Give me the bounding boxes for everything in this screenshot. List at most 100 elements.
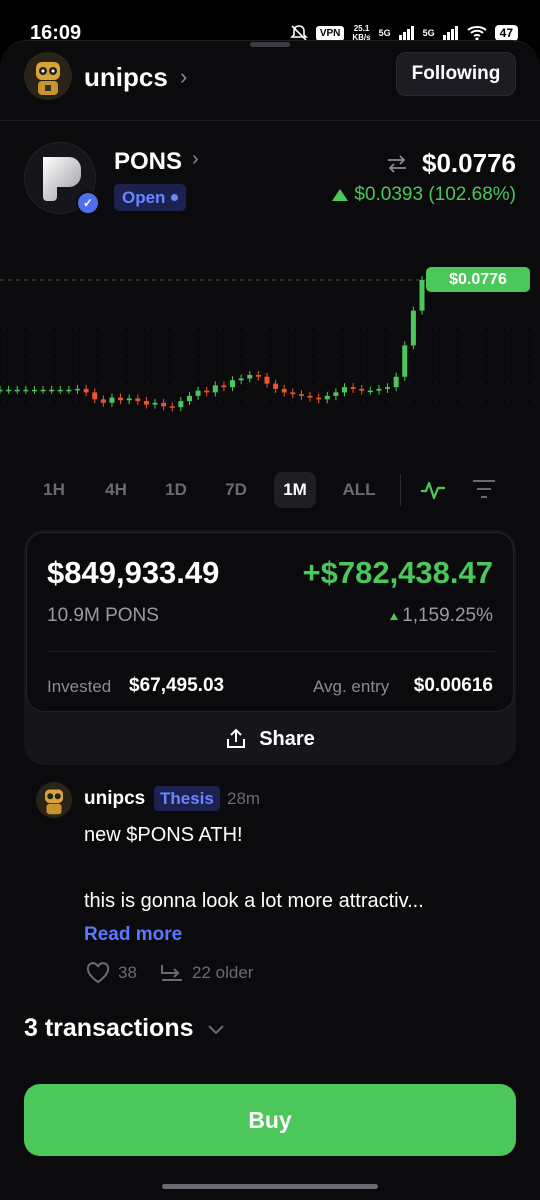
- chart-grid-dot: [255, 382, 257, 384]
- chart-grid-dot: [444, 355, 446, 357]
- chart-grid-dot: [408, 373, 410, 375]
- chart-grid-dot: [255, 364, 257, 366]
- chart-grid-dot: [399, 337, 401, 339]
- swap-arrows-icon[interactable]: [386, 154, 408, 174]
- token-name[interactable]: PONS: [114, 148, 182, 176]
- transactions-toggle[interactable]: 3 transactions: [24, 1014, 226, 1043]
- chart-grid-dot: [93, 328, 95, 330]
- read-more-link[interactable]: Read more: [84, 924, 182, 946]
- chart-grid-dot: [507, 346, 509, 348]
- timeframe-1h[interactable]: 1H: [32, 472, 76, 508]
- chevron-right-icon[interactable]: ›: [180, 64, 187, 90]
- chart-grid-dot: [48, 382, 50, 384]
- chart-grid-dot: [138, 373, 140, 375]
- chart-grid-dot: [237, 364, 239, 366]
- chart-grid-dot: [453, 328, 455, 330]
- timeframe-selector: 1H 4H 1D 7D 1M ALL: [24, 472, 516, 510]
- chart-grid-dot: [3, 355, 5, 357]
- chart-grid-dot: [480, 319, 482, 321]
- chart-grid-dot: [57, 328, 59, 330]
- candle: [367, 390, 373, 393]
- chart-grid-dot: [426, 373, 428, 375]
- chart-grid-dot: [354, 382, 356, 384]
- chart-grid-dot: [354, 391, 356, 393]
- timeframe-7d[interactable]: 7D: [214, 472, 258, 508]
- sheet-grab-handle[interactable]: [250, 42, 290, 47]
- chart-grid-dot: [507, 373, 509, 375]
- chart-grid-dot: [48, 373, 50, 375]
- chart-grid-dot: [147, 328, 149, 330]
- chart-grid-dot: [228, 400, 230, 402]
- timeframe-all[interactable]: ALL: [334, 472, 384, 508]
- chart-grid-dot: [57, 373, 59, 375]
- chart-grid-dot: [399, 346, 401, 348]
- chart-grid-dot: [471, 391, 473, 393]
- chart-grid-dot: [30, 382, 32, 384]
- chart-grid-dot: [174, 400, 176, 402]
- avg-entry-label: Avg. entry: [313, 677, 390, 696]
- chart-grid-dot: [75, 328, 77, 330]
- chart-grid-dot: [156, 391, 158, 393]
- following-button[interactable]: Following: [396, 52, 516, 96]
- chart-grid-dot: [453, 391, 455, 393]
- chart-grid-dot: [30, 337, 32, 339]
- chart-grid-dot: [3, 373, 5, 375]
- chart-grid-dot: [93, 373, 95, 375]
- transactions-label: 3 transactions: [24, 1014, 194, 1042]
- chart-grid-dot: [363, 373, 365, 375]
- chart-grid-dot: [498, 319, 500, 321]
- chart-grid-dot: [381, 355, 383, 357]
- thread-icon[interactable]: [160, 962, 184, 984]
- chart-grid-dot: [300, 328, 302, 330]
- chart-grid-dot: [66, 391, 68, 393]
- chart-grid-dot: [372, 346, 374, 348]
- chart-grid-dot: [255, 337, 257, 339]
- battery-icon: 47: [494, 25, 518, 41]
- chart-grid-dot: [228, 391, 230, 393]
- chart-grid-dot: [426, 337, 428, 339]
- chart-grid-dot: [345, 337, 347, 339]
- chart-grid-dot: [300, 373, 302, 375]
- chart-grid-dot: [111, 346, 113, 348]
- chart-grid-dot: [273, 391, 275, 393]
- chart-grid-dot: [264, 355, 266, 357]
- chart-grid-dot: [102, 373, 104, 375]
- vpn-badge: VPN: [315, 25, 345, 41]
- timeframe-1d[interactable]: 1D: [154, 472, 198, 508]
- chart-grid-dot: [84, 328, 86, 330]
- share-icon: [227, 728, 246, 748]
- chart-grid-dot: [363, 355, 365, 357]
- timeframe-4h[interactable]: 4H: [94, 472, 138, 508]
- chart-grid-dot: [201, 337, 203, 339]
- older-count[interactable]: 22 older: [192, 963, 253, 983]
- line-chart-icon[interactable]: [420, 478, 446, 502]
- post-username[interactable]: unipcs: [84, 788, 145, 810]
- chart-grid-dot: [255, 355, 257, 357]
- chart-grid-dot: [183, 355, 185, 357]
- user-avatar[interactable]: [24, 52, 72, 100]
- chart-grid-dot: [30, 319, 32, 321]
- chart-grid-dot: [75, 391, 77, 393]
- chart-grid-dot: [291, 319, 293, 321]
- chart-grid-dot: [66, 364, 68, 366]
- profile-username[interactable]: unipcs: [84, 62, 168, 93]
- timeframe-1m[interactable]: 1M: [274, 472, 316, 508]
- chart-grid-dot: [138, 391, 140, 393]
- share-button[interactable]: Share: [24, 713, 516, 765]
- heart-icon[interactable]: [86, 962, 110, 984]
- chart-grid-dot: [273, 400, 275, 402]
- chart-grid-dot: [300, 319, 302, 321]
- chart-grid-dot: [534, 391, 536, 393]
- chart-grid-dot: [111, 364, 113, 366]
- post-avatar[interactable]: [36, 782, 72, 818]
- chart-grid-dot: [336, 337, 338, 339]
- filter-icon[interactable]: [472, 478, 496, 500]
- chart-grid-dot: [21, 391, 23, 393]
- chart-grid-dot: [318, 382, 320, 384]
- chevron-right-icon[interactable]: ›: [192, 148, 199, 171]
- chart-grid-dot: [228, 346, 230, 348]
- chart-grid-dot: [129, 337, 131, 339]
- chart-grid-dot: [201, 391, 203, 393]
- chart-grid-dot: [183, 346, 185, 348]
- buy-button[interactable]: Buy: [24, 1084, 516, 1156]
